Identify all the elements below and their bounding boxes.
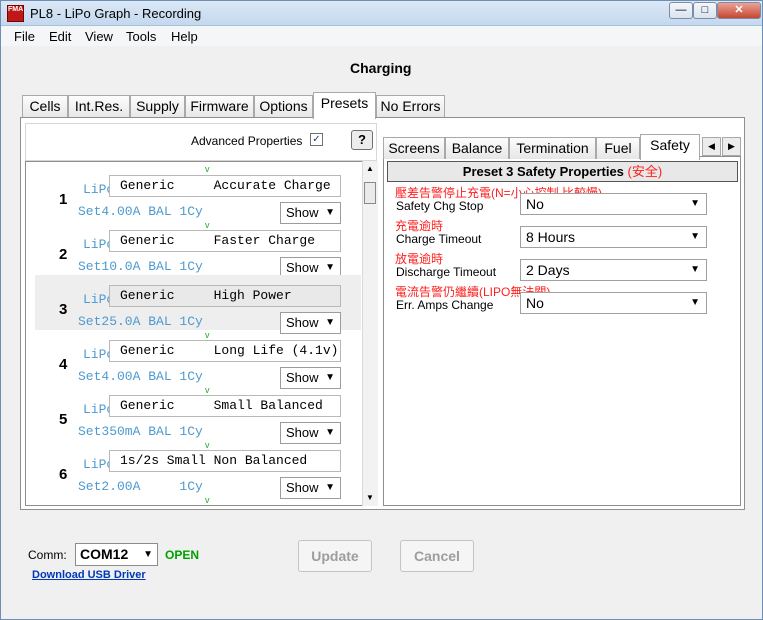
- preset-name-field[interactable]: Generic Accurate Charge: [109, 175, 341, 197]
- preset-detail: Set350mA BAL 1Cy: [78, 424, 203, 439]
- property-label: Discharge Timeout: [396, 265, 497, 279]
- scroll-up-icon[interactable]: ▲: [364, 164, 376, 174]
- property-value: No: [526, 196, 544, 212]
- tab-supply[interactable]: Supply: [130, 95, 185, 118]
- preset-name-field[interactable]: Generic Long Life (4.1v): [109, 340, 341, 362]
- preset-row[interactable]: 5 LiPo Generic Small Balanced Set350mA B…: [35, 385, 361, 444]
- minimize-button[interactable]: —: [669, 2, 693, 19]
- download-usb-driver-link[interactable]: Download USB Driver: [32, 569, 146, 581]
- preset-detail: Set4.00A BAL 1Cy: [78, 369, 203, 384]
- preset-number: 1: [59, 191, 68, 208]
- preset-row-selected[interactable]: 3 LiPo Generic High Power Set25.0A BAL 1…: [35, 275, 361, 334]
- comm-port-value: COM12: [80, 546, 129, 562]
- preset-name-field[interactable]: 1s/2s Small Non Balanced: [109, 450, 341, 472]
- property-value: 8 Hours: [526, 229, 576, 245]
- tab-firmware[interactable]: Firmware: [185, 95, 254, 118]
- app-window: FMA PL8 - LiPo Graph - Recording — □ ✕ F…: [0, 0, 763, 620]
- safety-header-text: Preset 3 Safety Properties: [462, 164, 624, 179]
- property-label: Err. Amps Change: [396, 298, 494, 312]
- preset-name-field[interactable]: Generic High Power: [109, 285, 341, 307]
- preset-row[interactable]: 6 LiPo 1s/2s Small Non Balanced Set2.00A…: [35, 440, 361, 499]
- tab-int-res[interactable]: Int.Res.: [68, 95, 130, 118]
- menu-file[interactable]: File: [14, 29, 35, 44]
- preset-show-value: Show: [286, 480, 319, 495]
- preset-name-field[interactable]: Generic Faster Charge: [109, 230, 341, 252]
- preset-number: 4: [59, 356, 68, 373]
- preset-number: 5: [59, 411, 68, 428]
- menu-help[interactable]: Help: [171, 29, 198, 44]
- preset-name-field[interactable]: Generic Small Balanced: [109, 395, 341, 417]
- property-label: Safety Chg Stop: [396, 199, 484, 213]
- safety-properties-header: Preset 3 Safety Properties (安全): [387, 161, 738, 182]
- preset-row[interactable]: 2 LiPo Generic Faster Charge Set10.0A BA…: [35, 220, 361, 279]
- preset-show-value: Show: [286, 205, 319, 220]
- title-bar[interactable]: FMA PL8 - LiPo Graph - Recording — □ ✕: [1, 1, 762, 26]
- preset-detail: Set2.00A 1Cy: [78, 479, 203, 494]
- preset-number: 6: [59, 466, 68, 483]
- property-value: No: [526, 295, 544, 311]
- charge-timeout-select[interactable]: 8 Hours ▼: [520, 226, 707, 248]
- preset-show-select[interactable]: Show ▼: [280, 477, 341, 499]
- chevron-down-icon: ▼: [690, 297, 700, 308]
- menu-bar: File Edit View Tools Help: [1, 26, 762, 46]
- preset-detail: Set25.0A BAL 1Cy: [78, 314, 203, 329]
- property-value: 2 Days: [526, 262, 570, 278]
- tab-safety[interactable]: Safety: [640, 134, 700, 160]
- separator-tick: v: [205, 495, 210, 505]
- scroll-down-icon[interactable]: ▼: [364, 493, 376, 503]
- tab-screens[interactable]: Screens: [383, 137, 445, 159]
- chevron-down-icon: ▼: [690, 198, 700, 209]
- chevron-down-icon: ▼: [690, 264, 700, 275]
- window-title: PL8 - LiPo Graph - Recording: [30, 6, 202, 21]
- preset-detail: Set4.00A BAL 1Cy: [78, 204, 203, 219]
- tab-balance[interactable]: Balance: [445, 137, 509, 159]
- chevron-down-icon: ▼: [325, 482, 335, 493]
- comm-label: Comm:: [28, 548, 67, 562]
- cancel-button[interactable]: Cancel: [400, 540, 474, 572]
- chevron-down-icon: ▼: [143, 549, 153, 560]
- tab-presets[interactable]: Presets: [313, 92, 376, 119]
- preset-list-scrollbar[interactable]: [362, 161, 378, 506]
- menu-edit[interactable]: Edit: [49, 29, 71, 44]
- scroll-thumb[interactable]: [364, 182, 376, 204]
- property-label: Charge Timeout: [396, 232, 482, 246]
- help-button[interactable]: ?: [351, 130, 373, 150]
- chevron-down-icon: ▼: [690, 231, 700, 242]
- preset-show-value: Show: [286, 260, 319, 275]
- close-button[interactable]: ✕: [717, 2, 761, 19]
- connection-status: OPEN: [165, 548, 200, 562]
- preset-row[interactable]: 4 LiPo Generic Long Life (4.1v) Set4.00A…: [35, 330, 361, 389]
- update-button[interactable]: Update: [298, 540, 372, 572]
- discharge-timeout-select[interactable]: 2 Days ▼: [520, 259, 707, 281]
- preset-detail: Set10.0A BAL 1Cy: [78, 259, 203, 274]
- tab-options[interactable]: Options: [254, 95, 313, 118]
- preset-show-value: Show: [286, 425, 319, 440]
- advanced-properties-label: Advanced Properties: [191, 134, 303, 148]
- preset-number: 3: [59, 301, 68, 318]
- page-heading: Charging: [350, 60, 412, 76]
- maximize-button[interactable]: □: [693, 2, 717, 19]
- tab-scroll-right-icon[interactable]: ▶: [722, 137, 741, 156]
- preset-row[interactable]: 1 LiPo Generic Accurate Charge Set4.00A …: [35, 165, 361, 224]
- menu-view[interactable]: View: [85, 29, 113, 44]
- tab-cells[interactable]: Cells: [22, 95, 68, 118]
- menu-tools[interactable]: Tools: [126, 29, 156, 44]
- advanced-properties-checkbox[interactable]: ✓: [310, 133, 323, 146]
- preset-show-value: Show: [286, 370, 319, 385]
- preset-show-value: Show: [286, 315, 319, 330]
- tab-scroll-left-icon[interactable]: ◀: [702, 137, 721, 156]
- safety-header-cn: (安全): [627, 164, 663, 179]
- tab-termination[interactable]: Termination: [509, 137, 596, 159]
- tab-no-errors[interactable]: No Errors: [376, 95, 445, 118]
- preset-number: 2: [59, 246, 68, 263]
- err-amps-change-select[interactable]: No ▼: [520, 292, 707, 314]
- safety-chg-stop-select[interactable]: No ▼: [520, 193, 707, 215]
- comm-port-select[interactable]: COM12 ▼: [75, 543, 158, 566]
- tab-fuel[interactable]: Fuel: [596, 137, 640, 159]
- fma-logo-icon: FMA: [7, 5, 24, 22]
